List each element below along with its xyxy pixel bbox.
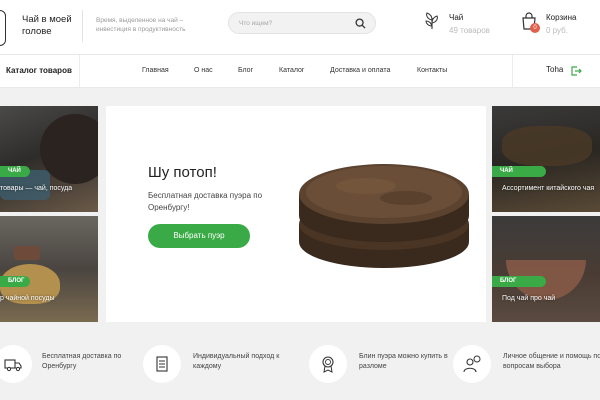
truck-icon [0, 345, 32, 383]
cart-link[interactable]: 0 Корзина 0 руб. [520, 10, 598, 40]
tea-label: Чай [449, 13, 464, 22]
search-icon[interactable] [355, 18, 366, 29]
tile-caption: р чайной посуды [0, 295, 55, 302]
tile-badge: ЧАЙ [0, 166, 30, 177]
site-header: Чай в моей голове Время, выделенное на ч… [0, 0, 600, 55]
features-strip: Бесплатная доставка по Оренбургу Индивид… [0, 330, 600, 400]
logo-text[interactable]: Чай в моей голове [22, 14, 82, 38]
nav-item-blog[interactable]: Блог [238, 55, 253, 87]
tile-caption: Под чай про чай [502, 295, 556, 302]
logo-icon[interactable] [0, 10, 6, 46]
feature-text: Блин пуэра можно купить в разломе [359, 353, 448, 370]
tile-badge: ЧАЙ [492, 166, 546, 177]
tile-badge: БЛОГ [492, 276, 546, 287]
medal-icon [309, 345, 347, 383]
promo-tile-tea-assortment[interactable]: ЧАЙ Ассортимент китайского чая [492, 106, 600, 212]
main-nav: Каталог товаров Главная О нас Блог Катал… [0, 55, 600, 88]
tile-caption: товары — чай, посуда [0, 185, 73, 192]
search-box [228, 12, 376, 34]
user-name[interactable]: Toha [546, 65, 563, 74]
puer-cakes-image [299, 164, 469, 268]
cart-label: Корзина [546, 13, 577, 22]
logout-icon[interactable] [570, 65, 582, 77]
hero-title: Шу потоп! [148, 164, 217, 181]
feature-text: Индивидуальный подход к каждому [193, 353, 280, 370]
support-icon [453, 345, 491, 383]
checklist-icon [143, 345, 181, 383]
nav-item-catalog[interactable]: Каталог [279, 55, 304, 87]
tea-catalog-link[interactable]: Чай 49 товаров [424, 10, 504, 40]
promo-tile-teaware-blog[interactable]: БЛОГ р чайной посуды [0, 216, 98, 322]
cup-image [14, 246, 40, 260]
feature-text: Личное общение и помощь по вопросам выбо… [503, 353, 600, 370]
nav-item-contacts[interactable]: Контакты [417, 55, 447, 87]
hero-banner: Шу потоп! Бесплатная доставка пуэра по О… [106, 106, 486, 322]
tile-caption: Ассортимент китайского чая [502, 185, 595, 192]
tagline: Время, выделенное на чай – инвестиция в … [96, 17, 186, 33]
catalog-button[interactable]: Каталог товаров [0, 55, 80, 87]
feature-text: Бесплатная доставка по Оренбургу [42, 353, 122, 370]
nav-item-about[interactable]: О нас [194, 55, 213, 87]
user-area: Toha [512, 55, 600, 87]
nav-item-home[interactable]: Главная [142, 55, 169, 87]
search-input[interactable] [239, 17, 349, 30]
choose-puer-button[interactable]: Выбрать пуэр [148, 224, 250, 248]
nav-item-delivery[interactable]: Доставка и оплата [330, 55, 390, 87]
promo-tile-tea-goods[interactable]: ЧАЙ товары — чай, посуда [0, 106, 98, 212]
tea-leaves-image [502, 126, 592, 166]
tea-leaf-icon [425, 12, 438, 29]
divider [82, 10, 83, 42]
promo-tile-blog-post[interactable]: БЛОГ Под чай про чай [492, 216, 600, 322]
cart-badge: 0 [530, 23, 540, 33]
hero-text: Бесплатная доставка пуэра по Оренбургу! [148, 191, 263, 212]
tea-count: 49 товаров [449, 26, 490, 35]
cart-sum: 0 руб. [546, 26, 568, 35]
tile-badge: БЛОГ [0, 276, 30, 287]
